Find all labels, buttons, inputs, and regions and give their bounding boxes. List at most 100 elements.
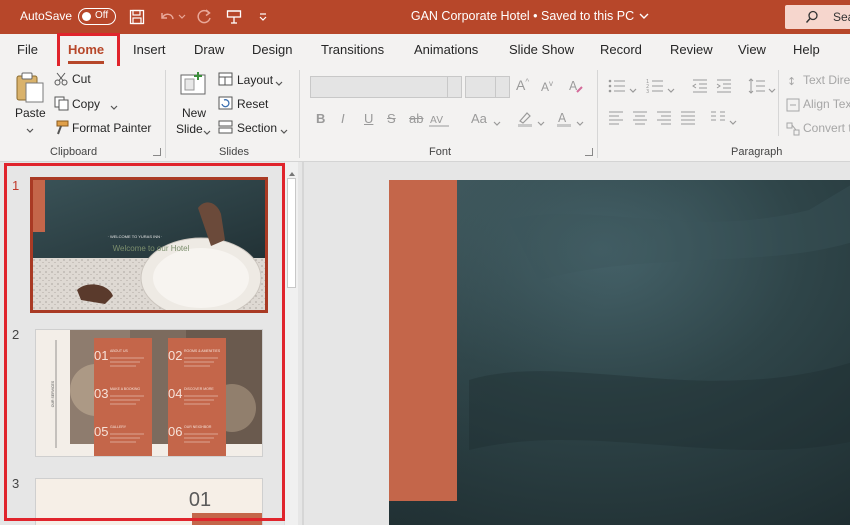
highlight-color-icon[interactable] xyxy=(516,110,534,131)
reset-button[interactable]: Reset xyxy=(237,97,268,111)
tab-insert[interactable]: Insert xyxy=(133,42,166,57)
highlight-color-dropdown-icon[interactable] xyxy=(537,116,545,130)
chevron-down-icon xyxy=(639,9,649,23)
tab-help[interactable]: Help xyxy=(793,42,820,57)
clear-formatting-icon[interactable]: A xyxy=(568,78,584,97)
document-title[interactable]: GAN Corporate Hotel • Saved to this PC xyxy=(0,9,850,23)
copy-button[interactable]: Copy xyxy=(72,97,100,111)
underline-button[interactable]: U xyxy=(364,111,373,126)
align-text-icon[interactable] xyxy=(786,98,800,115)
search-icon xyxy=(805,10,819,27)
justify-icon[interactable] xyxy=(680,111,696,128)
tab-file[interactable]: File xyxy=(17,42,38,57)
convert-smartart-icon[interactable] xyxy=(786,122,800,139)
font-color-icon[interactable]: A xyxy=(555,110,573,131)
svg-text:AV: AV xyxy=(430,115,443,126)
change-case-dropdown-icon[interactable] xyxy=(493,116,501,130)
tab-design[interactable]: Design xyxy=(252,42,292,57)
text-direction-button[interactable]: Text Direc xyxy=(803,73,850,87)
svg-text:3: 3 xyxy=(646,89,649,93)
paste-button[interactable]: Paste xyxy=(15,106,46,120)
font-launcher-icon[interactable] xyxy=(585,148,593,156)
align-text-button[interactable]: Align Tex xyxy=(803,97,850,111)
reset-icon[interactable] xyxy=(218,96,233,113)
font-name-dropdown[interactable] xyxy=(310,76,462,98)
font-size-dropdown[interactable] xyxy=(465,76,510,98)
copy-dropdown-icon[interactable] xyxy=(110,100,118,114)
thumbnail-scrollbar[interactable] xyxy=(284,162,298,525)
new-slide-button-line1[interactable]: New xyxy=(182,106,206,120)
align-left-icon[interactable] xyxy=(608,111,624,128)
svg-text:↕: ↕ xyxy=(787,75,796,88)
clipboard-launcher-icon[interactable] xyxy=(153,148,161,156)
chevron-down-icon xyxy=(495,77,509,97)
tab-transitions[interactable]: Transitions xyxy=(321,42,384,57)
tab-animations[interactable]: Animations xyxy=(414,42,478,57)
paste-icon[interactable] xyxy=(15,72,45,107)
slide-editor-canvas xyxy=(304,162,850,525)
increase-indent-icon[interactable] xyxy=(716,79,732,96)
group-separator xyxy=(165,70,166,158)
new-slide-dropdown-icon[interactable] xyxy=(203,125,211,139)
group-separator xyxy=(597,70,598,158)
format-painter-button[interactable]: Format Painter xyxy=(72,121,151,135)
new-slide-button-line2[interactable]: Slide xyxy=(176,122,203,136)
columns-dropdown-icon[interactable] xyxy=(729,115,737,129)
cut-button[interactable]: Cut xyxy=(72,72,91,86)
increase-font-size-icon[interactable]: A^ xyxy=(516,77,529,93)
thumbnails-highlight-box xyxy=(4,163,285,521)
layout-icon[interactable] xyxy=(218,72,233,89)
scrollbar-thumb[interactable] xyxy=(287,178,296,288)
tab-review[interactable]: Review xyxy=(670,42,713,57)
clipboard-group-label: Clipboard xyxy=(50,146,98,158)
layout-button[interactable]: Layout xyxy=(237,73,273,87)
convert-smartart-button[interactable]: Convert t xyxy=(803,121,850,135)
tab-slide-show[interactable]: Slide Show xyxy=(509,42,574,57)
current-slide-artwork xyxy=(389,180,850,525)
section-icon[interactable] xyxy=(218,120,233,137)
tab-record[interactable]: Record xyxy=(600,42,642,57)
bullets-dropdown-icon[interactable] xyxy=(629,83,637,97)
current-slide[interactable] xyxy=(389,180,850,525)
decrease-font-size-icon[interactable]: Av xyxy=(541,79,553,94)
layout-dropdown-icon[interactable] xyxy=(275,76,283,90)
italic-button[interactable]: I xyxy=(341,111,345,126)
decrease-indent-icon[interactable] xyxy=(692,79,708,96)
format-painter-icon[interactable] xyxy=(54,120,69,138)
copy-icon[interactable] xyxy=(54,96,69,114)
group-separator xyxy=(299,70,300,158)
strikethrough-button[interactable]: ab xyxy=(409,111,423,126)
bullets-icon[interactable] xyxy=(608,79,626,96)
line-spacing-dropdown-icon[interactable] xyxy=(768,83,776,97)
character-spacing-icon[interactable]: AV xyxy=(428,113,450,130)
columns-icon[interactable] xyxy=(710,111,726,128)
align-right-icon[interactable] xyxy=(656,111,672,128)
text-shadow-button[interactable]: S xyxy=(387,111,396,126)
ribbon-tabs: File Home Insert Draw Design Transitions… xyxy=(0,34,850,66)
svg-text:A: A xyxy=(558,111,567,125)
bold-button[interactable]: B xyxy=(316,111,325,126)
numbering-icon[interactable]: 123 xyxy=(646,79,664,96)
group-separator xyxy=(778,70,779,136)
section-dropdown-icon[interactable] xyxy=(280,124,288,138)
new-slide-icon[interactable] xyxy=(178,72,208,101)
document-title-text: GAN Corporate Hotel • Saved to this PC xyxy=(410,9,635,23)
line-spacing-icon[interactable] xyxy=(748,78,766,97)
search-box[interactable]: Sea xyxy=(785,5,850,29)
change-case-button[interactable]: Aa xyxy=(471,111,487,126)
svg-text:A: A xyxy=(569,79,578,93)
section-button[interactable]: Section xyxy=(237,121,277,135)
tab-draw[interactable]: Draw xyxy=(194,42,224,57)
slides-group-label: Slides xyxy=(219,146,249,158)
paste-dropdown-icon[interactable] xyxy=(26,123,34,137)
title-bar: AutoSave Off GAN Corporate Hotel • Saved… xyxy=(0,0,850,34)
font-group-label: Font xyxy=(429,146,452,158)
paragraph-group-label: Paragraph xyxy=(731,146,783,158)
search-label: Sea xyxy=(833,10,850,24)
tab-view[interactable]: View xyxy=(738,42,766,57)
numbering-dropdown-icon[interactable] xyxy=(667,83,675,97)
font-color-dropdown-icon[interactable] xyxy=(576,116,584,130)
cut-icon[interactable] xyxy=(54,72,68,89)
text-direction-icon[interactable]: ↕ xyxy=(786,74,800,91)
align-center-icon[interactable] xyxy=(632,111,648,128)
